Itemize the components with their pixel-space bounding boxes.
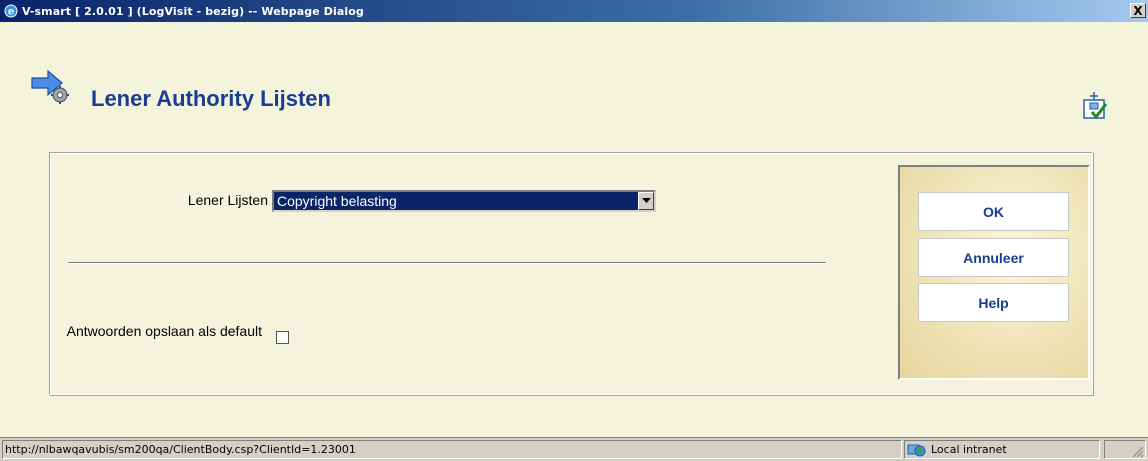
cancel-button[interactable]: Annuleer [918, 238, 1069, 277]
page-title: Lener Authority Lijsten [91, 86, 331, 111]
default-label: Antwoorden opslaan als default [66, 323, 262, 339]
close-button[interactable]: X [1130, 3, 1146, 18]
window-title: V-smart [ 2.0.01 ] (LogVisit - bezig) --… [22, 4, 364, 18]
zone-label: Local intranet [931, 443, 1007, 456]
ie-icon: e [4, 4, 18, 18]
lener-lijsten-label: Lener Lijsten [187, 192, 268, 208]
window-titlebar: e V-smart [ 2.0.01 ] (LogVisit - bezig) … [0, 0, 1148, 22]
arrow-gear-icon [30, 66, 74, 106]
ok-button[interactable]: OK [918, 192, 1069, 231]
status-url: http://nlbawqavubis/sm200qa/ClientBody.c… [2, 440, 902, 459]
section-divider [68, 262, 826, 264]
resize-grip[interactable] [1104, 440, 1146, 459]
chevron-down-icon[interactable] [638, 192, 654, 210]
default-checkbox[interactable] [276, 331, 289, 344]
globe-icon [907, 443, 927, 457]
lener-lijsten-value: Copyright belasting [277, 193, 397, 209]
svg-text:e: e [8, 7, 14, 18]
status-bar: http://nlbawqavubis/sm200qa/ClientBody.c… [0, 437, 1148, 461]
workflow-check-icon[interactable] [1081, 90, 1109, 122]
help-button[interactable]: Help [918, 283, 1069, 322]
status-zone: Local intranet [904, 440, 1100, 459]
lener-lijsten-select[interactable]: Copyright belasting [272, 190, 656, 212]
